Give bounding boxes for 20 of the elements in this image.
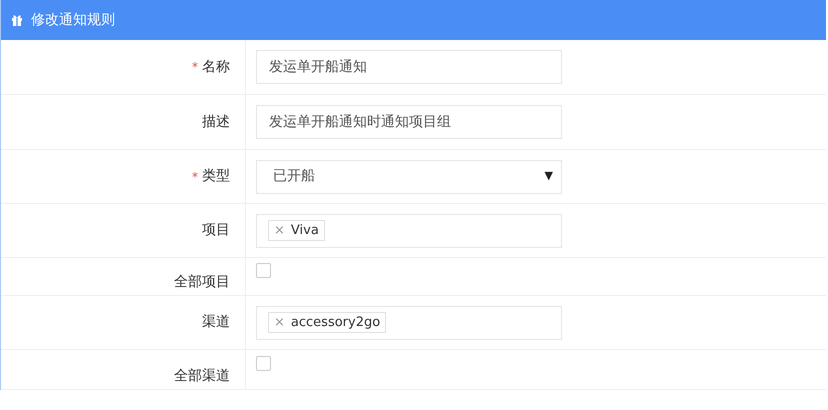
text-field[interactable]: 发运单开船通知时通知项目组 [256,105,562,139]
field-label: 类型 [202,167,230,186]
tag[interactable]: × Viva [268,220,325,242]
text-field[interactable]: 发运单开船通知 [256,50,562,84]
gift-icon [11,14,23,26]
field-label: 名称 [202,58,230,76]
field-label: 渠道 [202,313,230,332]
field-label: 全部项目 [174,273,230,292]
field-label: 描述 [202,112,230,132]
field-label: 全部渠道 [174,367,230,386]
select-field[interactable]: 已开船 ▼ [256,160,562,194]
required-marker: * [192,59,198,76]
field-label: 项目 [202,221,230,240]
checkbox[interactable] [256,356,271,371]
required-marker: * [192,168,198,186]
tag-field[interactable]: × accessory2go [256,306,562,340]
tag[interactable]: × accessory2go [268,312,386,334]
tag-field[interactable]: × Viva [256,214,562,248]
panel-title: 修改通知规则 [31,10,115,30]
checkbox[interactable] [256,263,271,278]
